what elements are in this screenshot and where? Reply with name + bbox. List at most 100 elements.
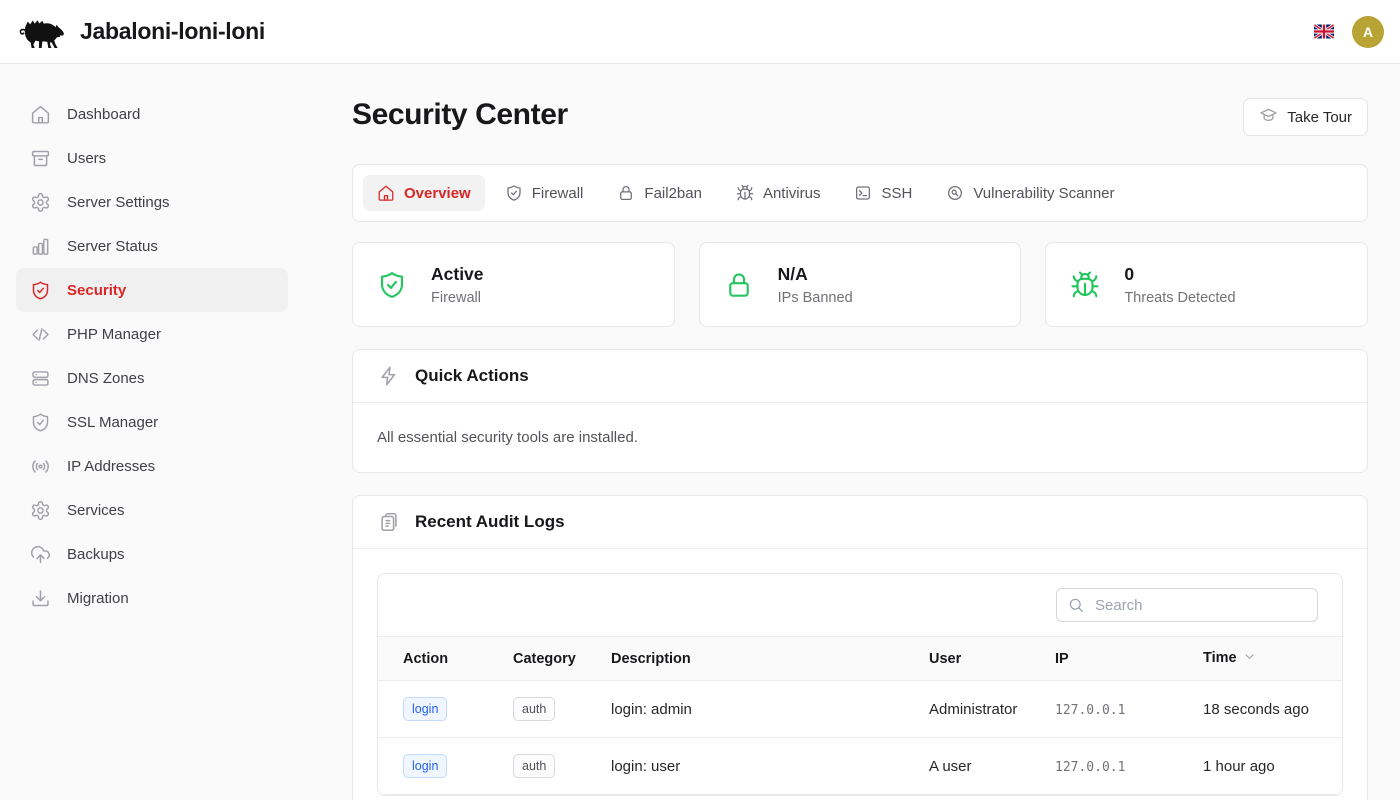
sidebar-item-label: Security [67,282,126,299]
sidebar-item-users[interactable]: Users [16,136,288,180]
tab-antivirus[interactable]: Antivirus [722,175,835,211]
take-tour-button[interactable]: Take Tour [1243,98,1368,136]
shield-check-icon [377,270,407,300]
sidebar-item-ssl-manager[interactable]: SSL Manager [16,400,288,444]
sidebar-item-services[interactable]: Services [16,488,288,532]
category-badge: auth [513,697,555,721]
cell-ip: 127.0.0.1 [1055,738,1203,795]
top-header: Jabaloni-loni-loni A [0,0,1400,64]
chevron-down-icon[interactable] [1242,649,1257,668]
audit-logs-body: Action Category DescriptionUser IP Time logi… [353,549,1367,800]
sidebar-item-label: DNS Zones [67,370,145,387]
search-icon [1067,596,1085,619]
tab-label: SSH [881,185,912,202]
security-tabbar: Overview Firewall Fail2ban Antivirus SSH Vuln… [352,164,1368,222]
tab-ssh[interactable]: SSH [840,175,926,211]
sidebar-item-label: SSL Manager [67,414,158,431]
column-header-user[interactable]: User [929,637,1055,681]
take-tour-label: Take Tour [1287,109,1352,126]
stat-value: Active [431,262,484,286]
sidebar-item-security[interactable]: Security [16,268,288,312]
column-label: User [929,651,961,667]
main-content: Security Center Take Tour Overview Firewa… [304,64,1400,800]
sidebar-item-ip-addresses[interactable]: IP Addresses [16,444,288,488]
quick-actions-body: All essential security tools are install… [353,403,1367,472]
quick-actions-title: Quick Actions [415,366,529,386]
gear-icon [30,500,51,521]
cell-time: 1 hour ago [1203,738,1342,795]
sidebar-item-label: IP Addresses [67,458,155,475]
bar-chart-icon [30,236,51,257]
stat-text: ActiveFirewall [431,262,484,308]
column-header-ip[interactable]: IP [1055,637,1203,681]
search-input[interactable] [1056,588,1318,622]
audit-logs-title: Recent Audit Logs [415,512,565,532]
quick-actions-header: Quick Actions [353,350,1367,403]
cell-action: login [378,681,513,738]
stat-text: 0Threats Detected [1124,262,1235,308]
category-badge: auth [513,754,555,778]
app-shell: Dashboard Users Server Settings Server Stat… [0,64,1400,800]
sidebar-item-label: Server Status [67,238,158,255]
page-title: Security Center [352,98,568,132]
tab-label: Antivirus [763,185,821,202]
column-header-action[interactable]: Action [378,637,513,681]
stat-card-ips-banned: N/AIPs Banned [699,242,1022,327]
cell-time: 18 seconds ago [1203,681,1342,738]
avatar[interactable]: A [1352,16,1384,48]
audit-logs-section: Recent Audit Logs [352,495,1368,800]
boar-logo-icon [16,10,66,54]
sidebar-item-dns-zones[interactable]: DNS Zones [16,356,288,400]
sidebar-item-migration[interactable]: Migration [16,576,288,620]
sidebar-item-server-settings[interactable]: Server Settings [16,180,288,224]
shield-check-icon [505,184,523,202]
status-cards: ActiveFirewall N/AIPs Banned 0Threats Dete… [352,242,1368,327]
brand-title: Jabaloni-loni-loni [80,18,265,45]
gear-icon [30,192,51,213]
column-header-time[interactable]: Time [1203,637,1342,681]
archive-icon [30,148,51,169]
stat-card-threats-detected: 0Threats Detected [1045,242,1368,327]
bug-icon [1070,270,1100,300]
sidebar-item-server-status[interactable]: Server Status [16,224,288,268]
action-badge: login [403,697,447,721]
page-head: Security Center Take Tour [352,98,1368,136]
column-header-category[interactable]: Category [513,637,611,681]
cell-action: login [378,738,513,795]
uk-flag-icon[interactable] [1314,24,1334,39]
column-label: Action [403,651,448,667]
cell-ip: 127.0.0.1 [1055,681,1203,738]
sidebar-item-dashboard[interactable]: Dashboard [16,92,288,136]
sidebar-item-label: Dashboard [67,106,140,123]
home-icon [30,104,51,125]
shield-check-icon [30,280,51,301]
tab-label: Firewall [532,185,584,202]
app-root: Jabaloni-loni-loni A Dashboard Users Serve… [0,0,1400,800]
column-label: Category [513,651,576,667]
sidebar-item-backups[interactable]: Backups [16,532,288,576]
tab-vulnerability-scanner[interactable]: Vulnerability Scanner [932,175,1128,211]
tab-label: Vulnerability Scanner [973,185,1114,202]
tab-fail2ban[interactable]: Fail2ban [603,175,716,211]
lock-icon [724,270,754,300]
search-box [1056,588,1318,622]
audit-table: Action Category DescriptionUser IP Time logi… [378,636,1342,795]
stat-label: Firewall [431,288,484,308]
column-header-description[interactable]: Description [611,637,929,681]
audit-table-card: Action Category DescriptionUser IP Time logi… [377,573,1343,796]
sidebar: Dashboard Users Server Settings Server Stat… [0,64,304,800]
tab-overview[interactable]: Overview [363,175,485,211]
tab-firewall[interactable]: Firewall [491,175,598,211]
audit-table-toolbar [378,574,1342,636]
column-label: Time [1203,650,1237,666]
bug-icon [736,184,754,202]
ip-value: 127.0.0.1 [1055,703,1125,718]
sidebar-item-php-manager[interactable]: PHP Manager [16,312,288,356]
column-label: IP [1055,651,1069,667]
sidebar-item-label: Server Settings [67,194,170,211]
terminal-icon [854,184,872,202]
sidebar-item-label: Users [67,150,106,167]
brand[interactable]: Jabaloni-loni-loni [16,10,265,54]
stat-label: Threats Detected [1124,288,1235,308]
graduation-cap-icon [1259,105,1278,130]
